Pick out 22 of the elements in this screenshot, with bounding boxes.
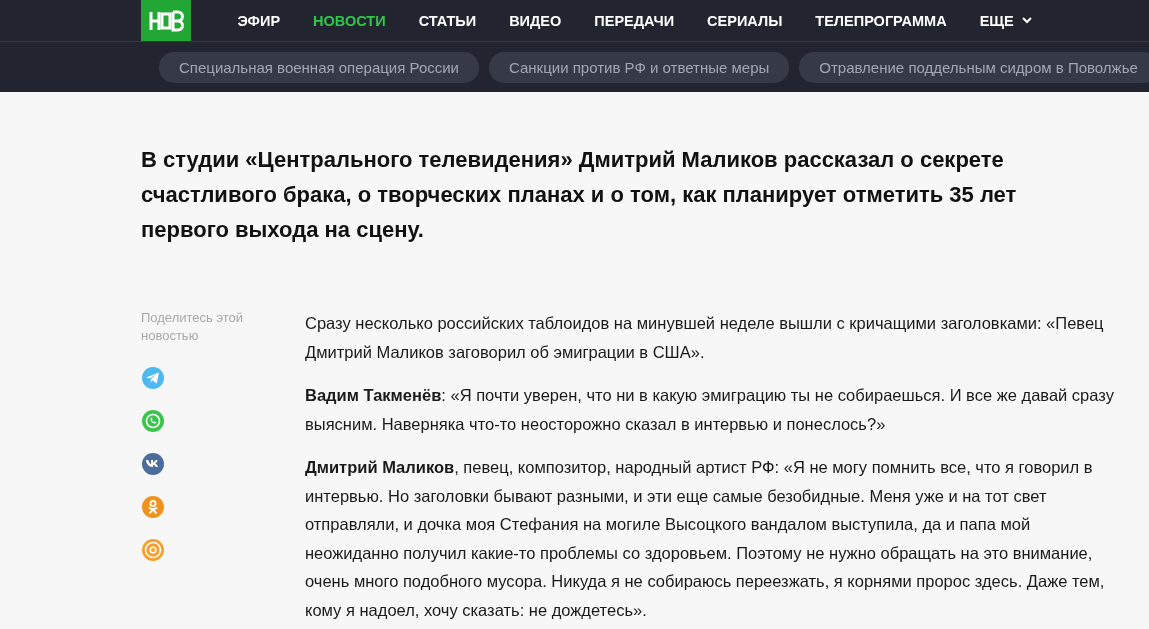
ok-icon[interactable] <box>141 495 165 519</box>
share-label: Поделитесь этой новостью <box>141 309 245 345</box>
topic-chip[interactable]: Санкции против РФ и ответные меры <box>489 52 790 83</box>
nav-link[interactable]: ПЕРЕДАЧИ <box>577 12 691 29</box>
nav-link[interactable]: ТЕЛЕПРОГРАММА <box>798 12 964 29</box>
paper-plane-icon[interactable] <box>141 366 165 390</box>
article-paragraph: Вадим Такменёв: «Я почти уверен, что ни в какую эмиграцию ты не собираешься. И все же давай сразу выясним. Наверняка что-то неосторожно сказал в интервью и понеслось?» <box>305 385 1115 435</box>
article-paragraph: Сразу несколько российских таблоидов на минувшей неделе вышли с кричащими заголовками: «Певец Дмитрий Маликов заговорил об эмиграции в США». <box>305 313 1105 363</box>
logo-icon[interactable] <box>141 0 191 41</box>
nav-link[interactable]: СЕРИАЛЫ <box>690 12 799 29</box>
article-paragraph: Дмитрий Маликов, певец, композитор, народный артист РФ: «Я не могу помнить все, что я говорил в интервью. Но заголовки бывают разными, и эти еще самые безобидные. Меня уже и на тот свет отправляли, и дочка моя Стефания на могиле Высоцкого вандалом выступила, да и папа мой неожиданно получил какие-то проблемы со здоровьем. Поэтому не нужно обращать на это внимание, очень много подобного мусора. Никуда я не собираюсь переезжать, я корнями пророс здесь. Даже тем, кому я надоел, хочу сказать: не дождетесь». <box>305 457 1106 621</box>
vk-icon[interactable] <box>141 452 165 476</box>
phone-bubble-icon[interactable] <box>141 409 165 433</box>
nav-link[interactable]: НОВОСТИ <box>296 12 403 29</box>
nav-link[interactable]: ЕЩЕ <box>963 12 1049 29</box>
topic-chip[interactable]: Отравление поддельным сидром в Поволжье <box>799 52 1149 83</box>
nav-link[interactable]: СТАТЬИ <box>402 12 493 29</box>
nav-link[interactable]: ВИДЕО <box>492 12 578 29</box>
nav-link[interactable]: ЭФИР <box>221 12 297 29</box>
topic-chip[interactable]: Специальная военная операция России <box>159 52 479 83</box>
chevron-icon <box>1021 17 1032 24</box>
article-headline: В студии «Центрального телевидения» Дмитрий Маликов рассказал о секрете счастливого брака, о творческих планах и о том, как планирует отметить 35 лет первого выхода на сцену. <box>141 146 1018 244</box>
